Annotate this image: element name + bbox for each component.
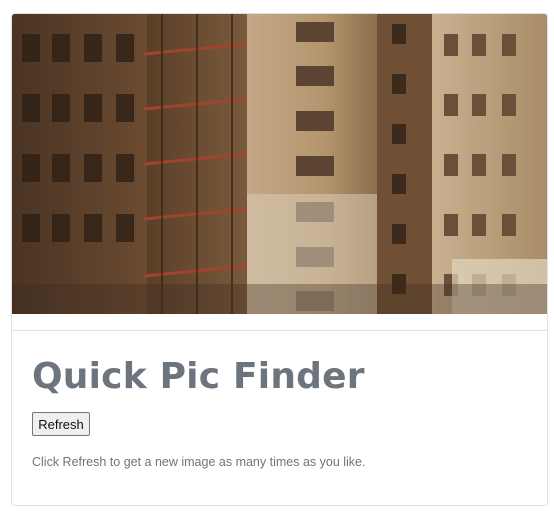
page-title: Quick Pic Finder <box>32 356 365 397</box>
refresh-button[interactable]: Refresh <box>32 412 90 436</box>
card-divider <box>12 330 547 331</box>
city-buildings-photo <box>12 14 547 314</box>
refresh-hint-text: Click Refresh to get a new image as many… <box>32 455 366 469</box>
image-card: Quick Pic Finder Refresh Click Refresh t… <box>11 13 548 506</box>
